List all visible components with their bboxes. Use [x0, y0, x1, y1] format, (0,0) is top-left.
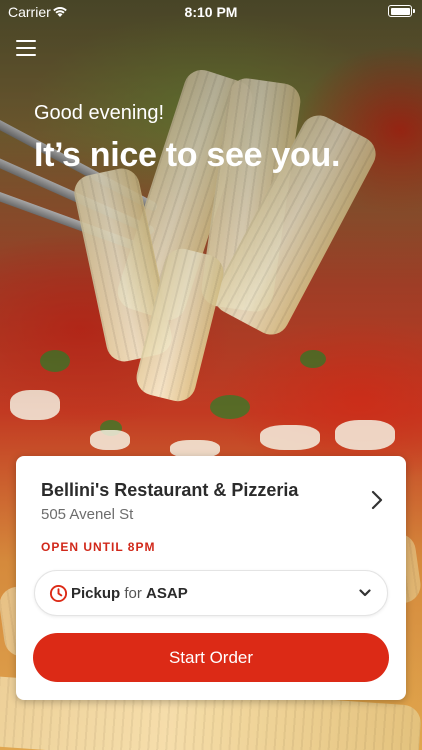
restaurant-card: Bellini's Restaurant & Pizzeria 505 Aven… [16, 456, 406, 700]
restaurant-address: 505 Avenel St [41, 506, 134, 523]
order-mode-type: Pickup [71, 585, 121, 602]
hamburger-menu-icon[interactable] [16, 40, 36, 58]
chevron-down-icon[interactable] [359, 588, 371, 598]
greeting-text: Good evening! [34, 102, 165, 124]
order-mode-connector: for [124, 585, 142, 602]
start-order-button[interactable]: Start Order [33, 633, 389, 682]
clock-time: 8:10 PM [184, 4, 238, 20]
order-mode-label: Pickup for ASAP [71, 585, 188, 602]
page-title: It’s nice to see you. [34, 136, 341, 174]
order-mode-time: ASAP [146, 585, 188, 602]
order-mode-selector[interactable]: Pickup for ASAP [34, 570, 388, 616]
chevron-right-icon[interactable] [370, 490, 384, 510]
status-bar: Carrier 8:10 PM [0, 0, 422, 24]
battery-icon [388, 5, 415, 17]
hours-status-badge: OPEN UNTIL 8PM [41, 540, 156, 554]
clock-icon [49, 584, 68, 603]
restaurant-name[interactable]: Bellini's Restaurant & Pizzeria [41, 480, 298, 501]
